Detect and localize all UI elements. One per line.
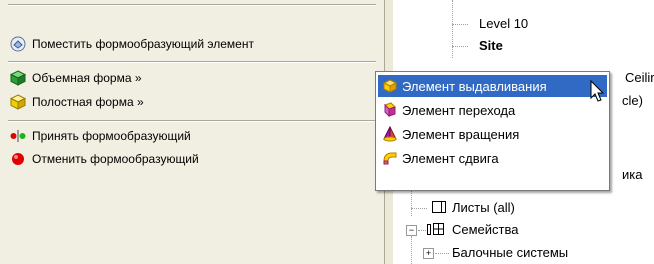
solid-form-submenu: Элемент выдавливания Элемент перехода Эл… xyxy=(375,71,610,191)
extrusion-icon xyxy=(382,79,398,93)
tree-line xyxy=(418,230,426,231)
collapse-toggle[interactable]: − xyxy=(406,225,417,236)
menu-item-extrusion[interactable]: Элемент выдавливания xyxy=(378,75,607,97)
revolve-icon xyxy=(383,126,397,142)
cancel-form-label: Отменить формообразующий xyxy=(32,152,199,166)
tree-item-partial: Ceilir xyxy=(625,70,654,85)
tree-item-sheets[interactable]: Листы (all) xyxy=(452,200,515,215)
separator xyxy=(8,120,376,122)
cancel-form-icon xyxy=(12,153,24,165)
design-bar: Поместить формообразующий элемент Объемн… xyxy=(0,0,384,264)
sheet-icon xyxy=(432,201,446,213)
cancel-form-command[interactable]: Отменить формообразующий xyxy=(10,148,370,170)
blend-icon xyxy=(384,102,396,118)
menu-item-sweep[interactable]: Элемент сдвига xyxy=(378,147,607,169)
void-form-label: Полостная форма » xyxy=(32,95,144,109)
tree-line xyxy=(411,208,427,209)
void-cube-icon xyxy=(10,94,26,110)
expand-toggle[interactable]: + xyxy=(423,248,434,259)
menu-item-label: Элемент выдавливания xyxy=(402,78,547,94)
menu-item-blend[interactable]: Элемент перехода xyxy=(378,99,607,121)
tree-item-partial: ика xyxy=(622,167,643,182)
menu-item-label: Элемент перехода xyxy=(402,102,516,118)
tree-line xyxy=(411,236,412,264)
place-form-command[interactable]: Поместить формообразующий элемент xyxy=(10,33,370,55)
tree-item-beam-systems[interactable]: Балочные системы xyxy=(452,245,568,260)
tree-item-site[interactable]: Site xyxy=(479,38,503,53)
solid-cube-icon xyxy=(10,70,26,86)
sweep-icon xyxy=(383,152,397,165)
place-form-label: Поместить формообразующий элемент xyxy=(32,37,254,51)
void-form-command[interactable]: Полостная форма » xyxy=(10,91,370,113)
finish-form-command[interactable]: Принять формообразующий xyxy=(10,125,370,147)
solid-form-label: Объемная форма » xyxy=(32,71,142,85)
tree-item-families[interactable]: Семейства xyxy=(452,222,519,237)
tree-line xyxy=(435,253,449,254)
menu-item-revolve[interactable]: Элемент вращения xyxy=(378,123,607,145)
tree-item-partial: cle) xyxy=(622,93,643,108)
family-icon xyxy=(427,223,444,235)
menu-item-label: Элемент сдвига xyxy=(402,150,499,166)
place-form-icon xyxy=(10,36,26,52)
tree-line xyxy=(452,24,468,25)
tree-line xyxy=(452,0,453,58)
finish-form-label: Принять формообразующий xyxy=(32,129,191,143)
tree-line xyxy=(452,46,468,47)
separator xyxy=(8,61,376,63)
separator xyxy=(8,4,376,6)
finish-form-icon xyxy=(10,130,26,142)
menu-item-label: Элемент вращения xyxy=(402,126,520,142)
solid-form-command[interactable]: Объемная форма » xyxy=(10,67,370,89)
mouse-cursor-icon xyxy=(590,80,605,102)
tree-item-level[interactable]: Level 10 xyxy=(479,16,528,31)
